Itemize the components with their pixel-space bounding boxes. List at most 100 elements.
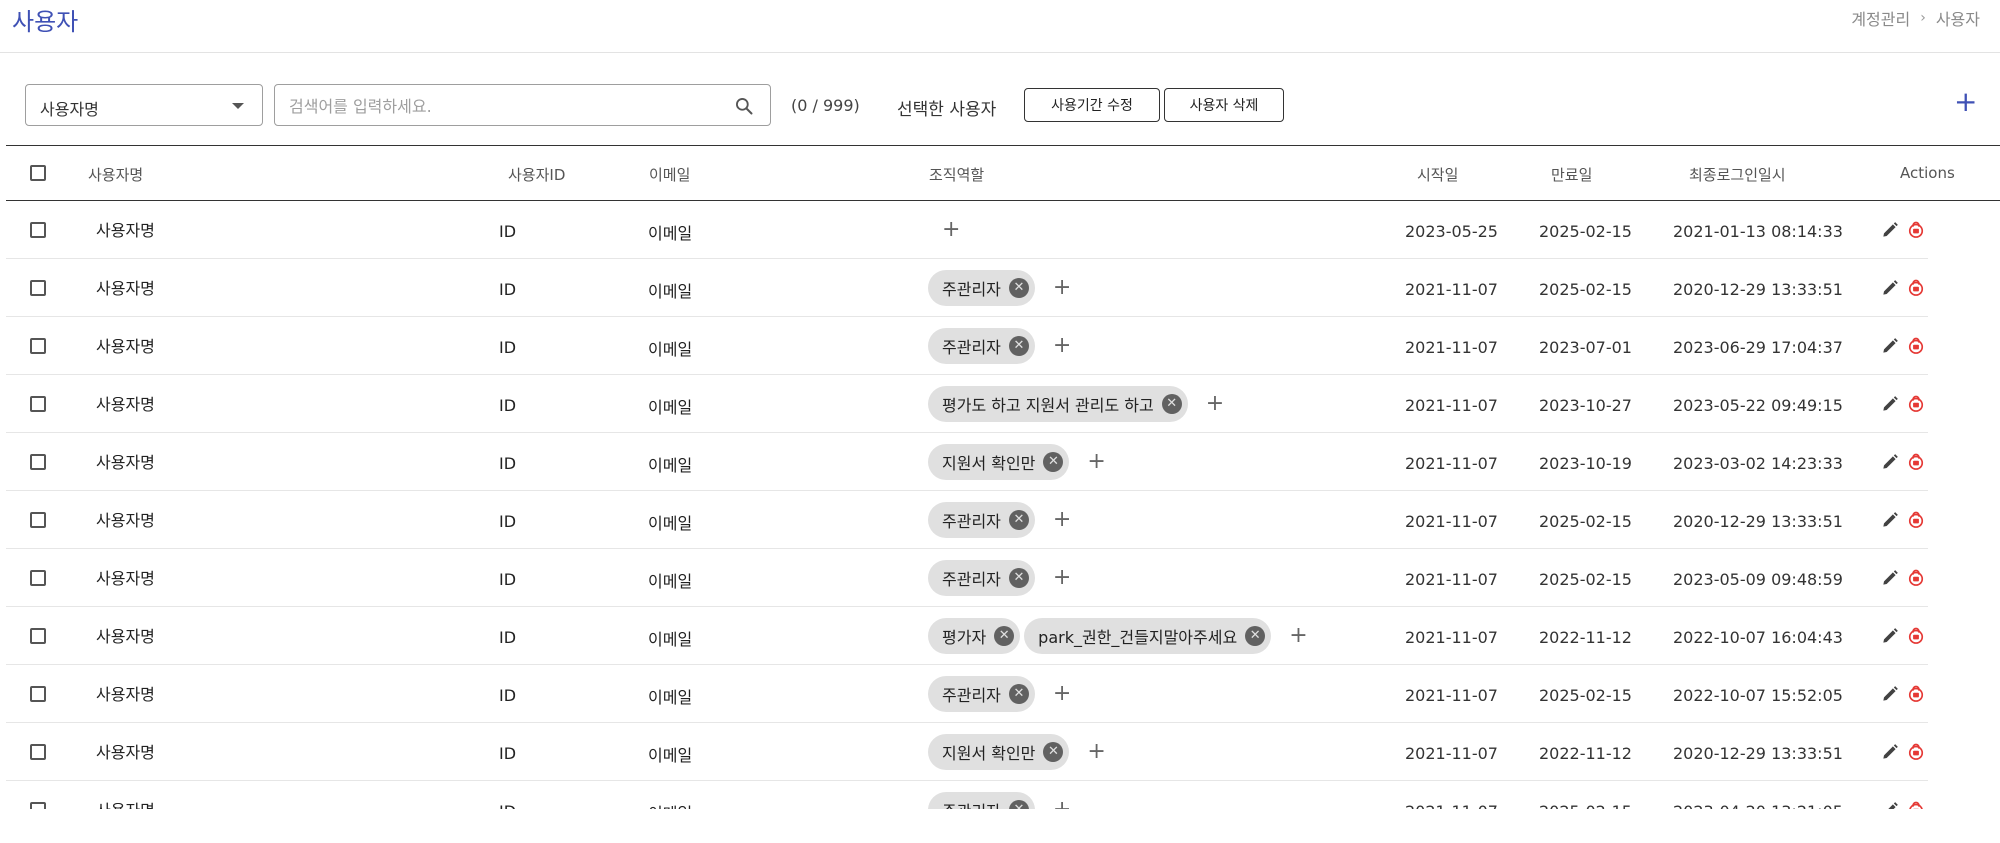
table-row: 사용자명 ID 이메일 주관리자 ✕ +2021-11-07 2023-07-01 2023-…	[6, 317, 1928, 375]
lock-delete-icon[interactable]	[1906, 568, 1926, 588]
add-role-button[interactable]: +	[942, 219, 960, 241]
row-actions	[1880, 278, 1926, 298]
row-checkbox[interactable]	[30, 802, 46, 809]
lock-delete-icon[interactable]	[1906, 278, 1926, 298]
cancel-icon[interactable]: ✕	[1008, 278, 1029, 298]
row-checkbox[interactable]	[30, 512, 46, 528]
row-checkbox[interactable]	[30, 744, 46, 760]
lock-delete-icon[interactable]	[1906, 394, 1926, 414]
role-chip[interactable]: 주관리자 ✕	[928, 676, 1035, 712]
add-role-button[interactable]: +	[1053, 567, 1071, 589]
search-field-select[interactable]: 사용자명	[25, 84, 263, 126]
lock-delete-icon[interactable]	[1906, 742, 1926, 762]
table-row: 사용자명 ID 이메일 +2023-05-25 2025-02-15 2021-01-13…	[6, 201, 1928, 259]
cancel-icon[interactable]: ✕	[1043, 742, 1064, 762]
row-checkbox[interactable]	[30, 396, 46, 412]
page-header: 사용자 계정관리 › 사용자	[0, 0, 2000, 53]
cancel-icon[interactable]: ✕	[1161, 394, 1182, 414]
search-input[interactable]	[287, 93, 711, 119]
add-role-button[interactable]: +	[1087, 741, 1105, 763]
last-login: 2022-10-07 15:52:05	[1673, 686, 1843, 705]
table-row: 사용자명 ID 이메일 주관리자 ✕ +2021-11-07 2025-02-15 2022-…	[6, 665, 1928, 723]
pencil-icon[interactable]	[1880, 568, 1900, 588]
role-chip[interactable]: 주관리자 ✕	[928, 502, 1035, 538]
row-checkbox[interactable]	[30, 280, 46, 296]
lock-delete-icon[interactable]	[1906, 336, 1926, 356]
pencil-icon[interactable]	[1880, 452, 1900, 472]
row-checkbox[interactable]	[30, 338, 46, 354]
lock-delete-icon[interactable]	[1906, 626, 1926, 646]
pencil-icon[interactable]	[1880, 510, 1900, 530]
end-date: 2025-02-15	[1539, 686, 1632, 705]
role-chips: 주관리자 ✕ +	[928, 270, 1071, 306]
add-user-button[interactable]: +	[1954, 88, 1977, 116]
role-chip[interactable]: 주관리자 ✕	[928, 270, 1035, 306]
lock-delete-icon[interactable]	[1906, 800, 1926, 809]
end-date: 2022-11-12	[1539, 628, 1632, 647]
cancel-icon[interactable]: ✕	[994, 626, 1015, 646]
start-date: 2021-11-07	[1405, 396, 1498, 415]
column-header-name[interactable]: 사용자명	[88, 164, 143, 185]
row-checkbox[interactable]	[30, 570, 46, 586]
end-date: 2025-02-15	[1539, 280, 1632, 299]
end-date: 2022-11-12	[1539, 744, 1632, 763]
lock-delete-icon[interactable]	[1906, 684, 1926, 704]
cancel-icon[interactable]: ✕	[1008, 336, 1029, 356]
pencil-icon[interactable]	[1880, 800, 1900, 809]
row-checkbox[interactable]	[30, 454, 46, 470]
search-icon[interactable]	[734, 96, 754, 116]
add-role-button[interactable]: +	[1053, 509, 1071, 531]
add-role-button[interactable]: +	[1053, 277, 1071, 299]
delete-users-button[interactable]: 사용자 삭제	[1164, 88, 1284, 122]
user-name: 사용자명	[96, 743, 155, 762]
pencil-icon[interactable]	[1880, 220, 1900, 240]
pencil-icon[interactable]	[1880, 684, 1900, 704]
add-role-button[interactable]: +	[1289, 625, 1307, 647]
lock-delete-icon[interactable]	[1906, 510, 1926, 530]
column-header-role[interactable]: 조직역할	[929, 164, 984, 185]
column-header-end-date[interactable]: 만료일	[1551, 164, 1592, 185]
pencil-icon[interactable]	[1880, 336, 1900, 356]
pencil-icon[interactable]	[1880, 394, 1900, 414]
row-checkbox[interactable]	[30, 686, 46, 702]
start-date: 2021-11-07	[1405, 454, 1498, 473]
column-header-last-login[interactable]: 최종로그인일시	[1689, 164, 1786, 185]
user-id: ID	[499, 454, 517, 473]
cancel-icon[interactable]: ✕	[1008, 568, 1029, 588]
add-role-button[interactable]: +	[1053, 683, 1071, 705]
role-chip[interactable]: 주관리자 ✕	[928, 328, 1035, 364]
role-chip[interactable]: 평가도 하고 지원서 관리도 하고 ✕	[928, 386, 1188, 422]
role-chip[interactable]: 주관리자 ✕	[928, 792, 1035, 809]
lock-delete-icon[interactable]	[1906, 220, 1926, 240]
row-actions	[1880, 626, 1926, 646]
role-chip[interactable]: park_권한_건들지말아주세요 ✕	[1024, 618, 1272, 654]
role-chip[interactable]: 평가자 ✕	[928, 618, 1021, 654]
role-chip[interactable]: 지원서 확인만 ✕	[928, 734, 1070, 770]
breadcrumb-parent[interactable]: 계정관리	[1851, 6, 1910, 30]
column-header-id[interactable]: 사용자ID	[508, 164, 565, 185]
cancel-icon[interactable]: ✕	[1008, 800, 1029, 809]
column-header-email[interactable]: 이메일	[649, 164, 690, 185]
add-role-button[interactable]: +	[1087, 451, 1105, 473]
row-checkbox[interactable]	[30, 222, 46, 238]
lock-delete-icon[interactable]	[1906, 452, 1926, 472]
cancel-icon[interactable]: ✕	[1008, 684, 1029, 704]
role-chip-label: 주관리자	[942, 338, 1001, 357]
pencil-icon[interactable]	[1880, 742, 1900, 762]
cancel-icon[interactable]: ✕	[1008, 510, 1029, 530]
add-role-button[interactable]: +	[1053, 799, 1071, 810]
role-chip[interactable]: 지원서 확인만 ✕	[928, 444, 1070, 480]
select-all-checkbox[interactable]	[30, 165, 46, 181]
role-chip[interactable]: 주관리자 ✕	[928, 560, 1035, 596]
user-name: 사용자명	[96, 569, 155, 588]
edit-period-button[interactable]: 사용기간 수정	[1024, 88, 1160, 122]
role-chip-label: 평가도 하고 지원서 관리도 하고	[942, 396, 1154, 415]
cancel-icon[interactable]: ✕	[1245, 626, 1266, 646]
add-role-button[interactable]: +	[1053, 335, 1071, 357]
pencil-icon[interactable]	[1880, 626, 1900, 646]
add-role-button[interactable]: +	[1206, 393, 1224, 415]
column-header-start-date[interactable]: 시작일	[1417, 164, 1458, 185]
pencil-icon[interactable]	[1880, 278, 1900, 298]
cancel-icon[interactable]: ✕	[1043, 452, 1064, 472]
row-checkbox[interactable]	[30, 628, 46, 644]
